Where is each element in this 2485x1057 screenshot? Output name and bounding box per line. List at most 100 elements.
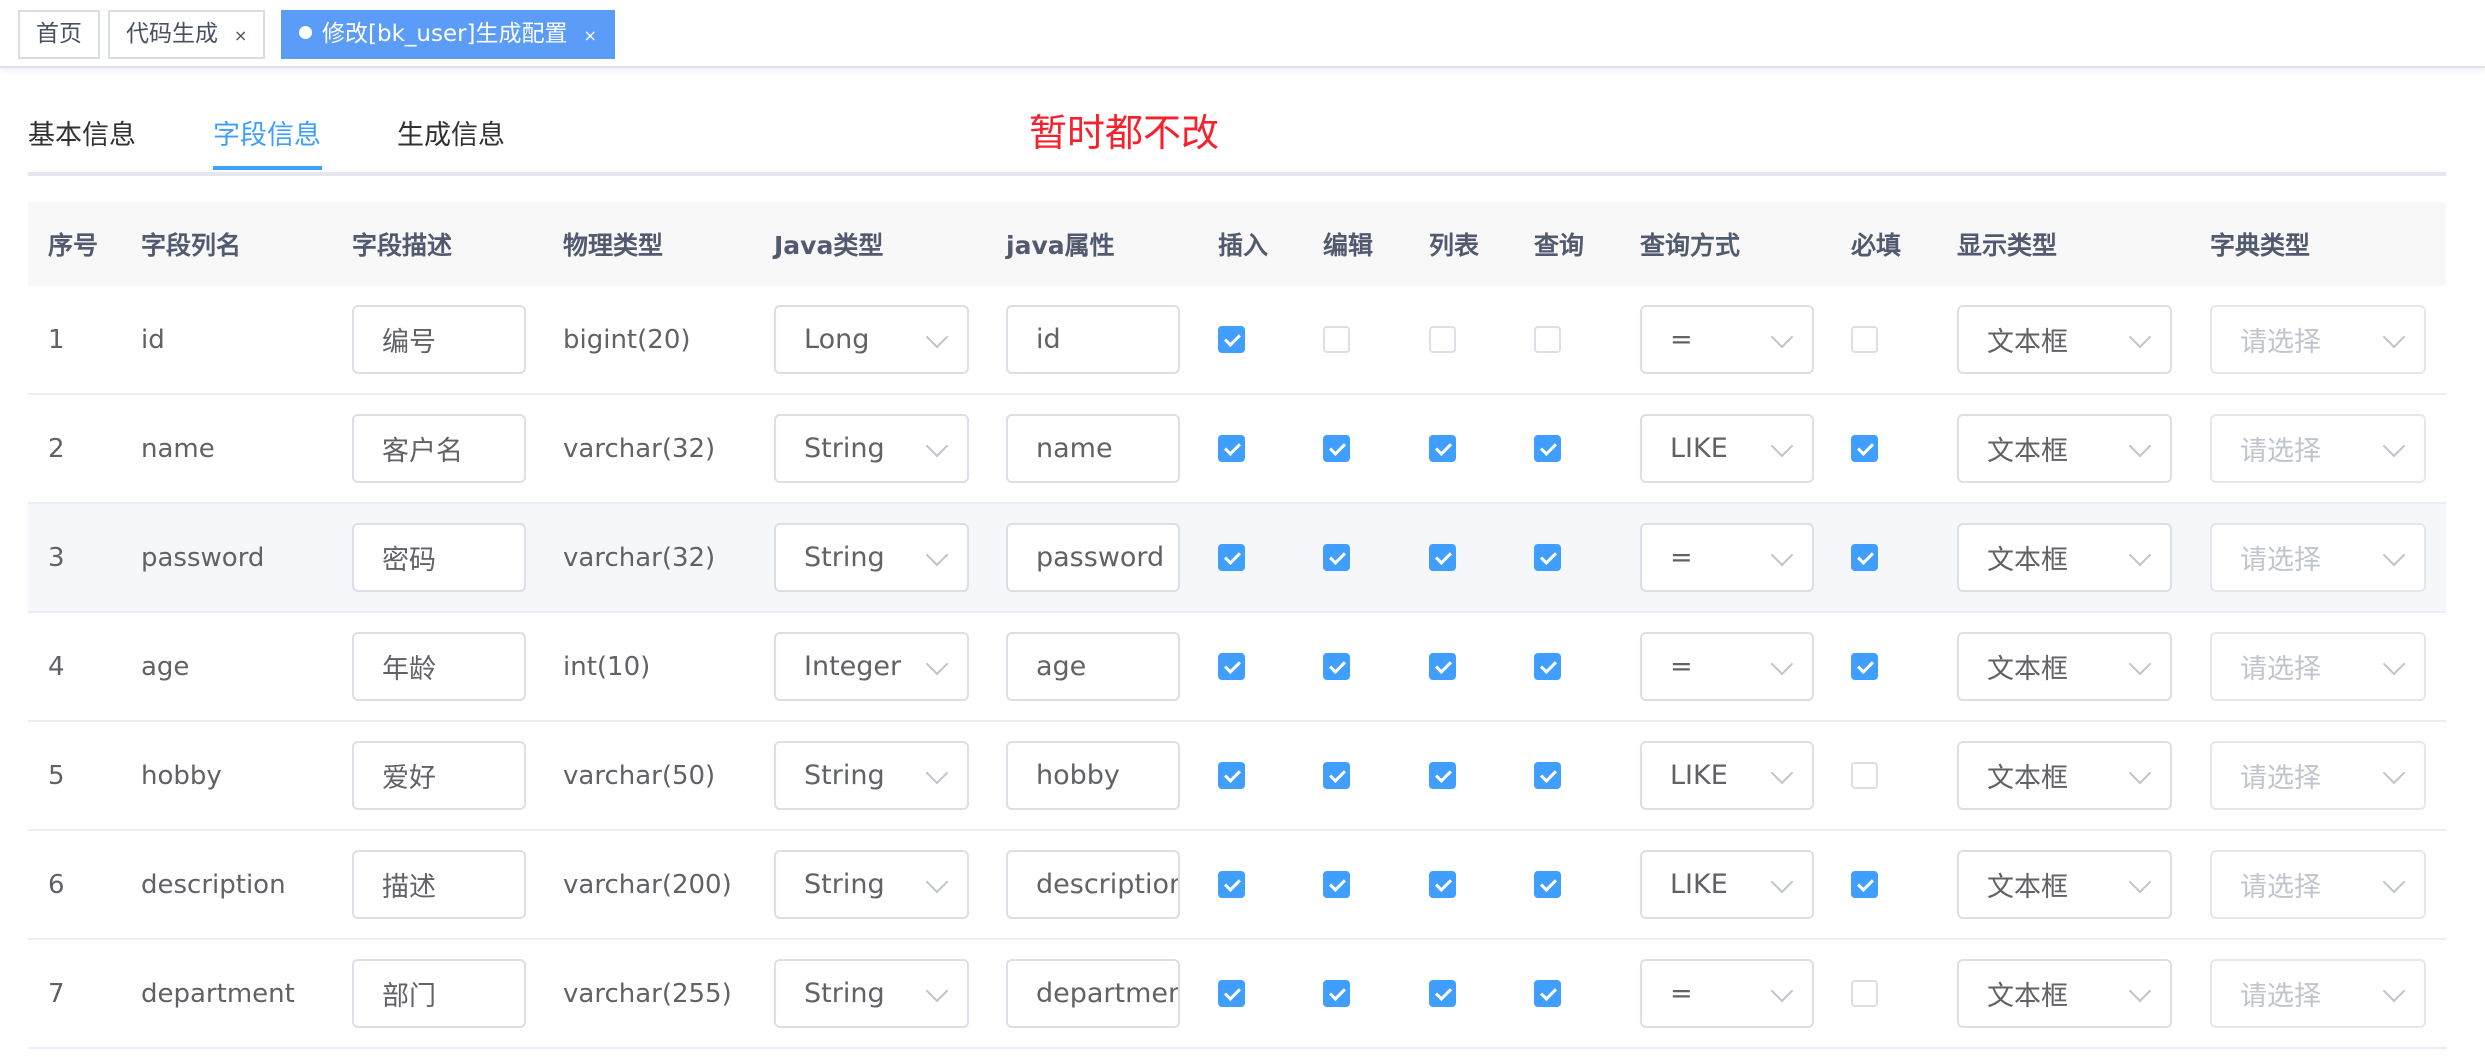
- display-type-select[interactable]: 文本框: [1957, 632, 2172, 701]
- query-checkbox[interactable]: [1534, 435, 1561, 462]
- java-type-select[interactable]: Long: [774, 305, 969, 374]
- query-checkbox[interactable]: [1534, 871, 1561, 898]
- description-input[interactable]: 客户名: [352, 414, 526, 483]
- table-row: 7 department 部门 varchar(255) String depa…: [28, 940, 2446, 1049]
- query-type-select[interactable]: LIKE: [1640, 741, 1814, 810]
- chevron-down-icon: [2382, 652, 2406, 675]
- insert-checkbox[interactable]: [1218, 980, 1245, 1007]
- java-field-input[interactable]: hobby: [1006, 741, 1180, 810]
- java-type-select[interactable]: String: [774, 523, 969, 592]
- insert-checkbox[interactable]: [1218, 871, 1245, 898]
- list-checkbox[interactable]: [1429, 980, 1456, 1007]
- java-field-input[interactable]: description: [1006, 850, 1180, 919]
- java-field-input[interactable]: department: [1006, 959, 1180, 1028]
- required-checkbox[interactable]: [1851, 762, 1878, 789]
- query-type-select[interactable]: =: [1640, 305, 1814, 374]
- dict-type-select[interactable]: 请选择: [2210, 523, 2426, 592]
- display-type-select[interactable]: 文本框: [1957, 523, 2172, 592]
- dict-type-select[interactable]: 请选择: [2210, 741, 2426, 810]
- required-checkbox[interactable]: [1851, 544, 1878, 571]
- display-type-select[interactable]: 文本框: [1957, 414, 2172, 483]
- required-checkbox[interactable]: [1851, 980, 1878, 1007]
- display-type-select[interactable]: 文本框: [1957, 850, 2172, 919]
- query-type-select[interactable]: =: [1640, 959, 1814, 1028]
- display-type-select[interactable]: 文本框: [1957, 305, 2172, 374]
- insert-checkbox[interactable]: [1218, 544, 1245, 571]
- edit-checkbox[interactable]: [1323, 980, 1350, 1007]
- description-input[interactable]: 密码: [352, 523, 526, 592]
- display-type-select[interactable]: 文本框: [1957, 741, 2172, 810]
- tag-code-gen[interactable]: 代码生成 ×: [108, 10, 266, 59]
- insert-checkbox[interactable]: [1218, 653, 1245, 680]
- required-checkbox[interactable]: [1851, 435, 1878, 462]
- query-type-select[interactable]: =: [1640, 632, 1814, 701]
- java-type-value: String: [804, 542, 885, 573]
- edit-checkbox[interactable]: [1323, 326, 1350, 353]
- insert-cell: [1218, 504, 1245, 611]
- row-display-type-cell: 文本框: [1957, 940, 2172, 1047]
- list-checkbox[interactable]: [1429, 544, 1456, 571]
- query-checkbox[interactable]: [1534, 544, 1561, 571]
- list-cell: [1429, 831, 1456, 938]
- tags-view: 首页 代码生成 × 修改[bk_user]生成配置 ×: [0, 0, 2485, 68]
- close-icon[interactable]: ×: [584, 26, 597, 45]
- list-checkbox[interactable]: [1429, 653, 1456, 680]
- required-checkbox[interactable]: [1851, 653, 1878, 680]
- edit-checkbox[interactable]: [1323, 435, 1350, 462]
- chevron-down-icon: [2382, 761, 2406, 784]
- close-icon[interactable]: ×: [234, 26, 247, 45]
- required-cell: [1851, 504, 1878, 611]
- dict-type-select[interactable]: 请选择: [2210, 850, 2426, 919]
- java-type-select[interactable]: Integer: [774, 632, 969, 701]
- java-field-input[interactable]: password: [1006, 523, 1180, 592]
- java-type-select[interactable]: String: [774, 850, 969, 919]
- edit-checkbox[interactable]: [1323, 653, 1350, 680]
- description-input[interactable]: 年龄: [352, 632, 526, 701]
- java-field-input[interactable]: name: [1006, 414, 1180, 483]
- java-field-input[interactable]: age: [1006, 632, 1180, 701]
- dict-type-select[interactable]: 请选择: [2210, 959, 2426, 1028]
- required-checkbox[interactable]: [1851, 326, 1878, 353]
- query-type-value: LIKE: [1670, 760, 1728, 791]
- query-checkbox[interactable]: [1534, 980, 1561, 1007]
- edit-checkbox[interactable]: [1323, 544, 1350, 571]
- java-field-input[interactable]: id: [1006, 305, 1180, 374]
- query-cell: [1534, 940, 1561, 1047]
- chevron-down-icon: [2128, 761, 2152, 784]
- dict-type-select[interactable]: 请选择: [2210, 414, 2426, 483]
- edit-checkbox[interactable]: [1323, 871, 1350, 898]
- list-cell: [1429, 504, 1456, 611]
- tag-home[interactable]: 首页: [18, 10, 100, 59]
- list-checkbox[interactable]: [1429, 435, 1456, 462]
- tab-field-info[interactable]: 字段信息: [213, 116, 321, 164]
- description-input[interactable]: 爱好: [352, 741, 526, 810]
- tab-basic-info[interactable]: 基本信息: [28, 116, 136, 164]
- list-checkbox[interactable]: [1429, 871, 1456, 898]
- query-type-select[interactable]: LIKE: [1640, 414, 1814, 483]
- display-type-select[interactable]: 文本框: [1957, 959, 2172, 1028]
- query-checkbox[interactable]: [1534, 653, 1561, 680]
- java-type-select[interactable]: String: [774, 741, 969, 810]
- description-input[interactable]: 描述: [352, 850, 526, 919]
- required-checkbox[interactable]: [1851, 871, 1878, 898]
- query-checkbox[interactable]: [1534, 326, 1561, 353]
- java-type-select[interactable]: String: [774, 959, 969, 1028]
- query-checkbox[interactable]: [1534, 762, 1561, 789]
- insert-checkbox[interactable]: [1218, 762, 1245, 789]
- row-column-name: age: [141, 651, 190, 682]
- insert-checkbox[interactable]: [1218, 326, 1245, 353]
- list-checkbox[interactable]: [1429, 762, 1456, 789]
- insert-checkbox[interactable]: [1218, 435, 1245, 462]
- query-type-select[interactable]: =: [1640, 523, 1814, 592]
- description-input[interactable]: 部门: [352, 959, 526, 1028]
- query-type-select[interactable]: LIKE: [1640, 850, 1814, 919]
- dict-type-select[interactable]: 请选择: [2210, 632, 2426, 701]
- dict-type-select[interactable]: 请选择: [2210, 305, 2426, 374]
- row-java-type-cell: String: [774, 831, 969, 938]
- list-checkbox[interactable]: [1429, 326, 1456, 353]
- tab-gen-info[interactable]: 生成信息: [397, 116, 505, 164]
- tag-edit-config[interactable]: 修改[bk_user]生成配置 ×: [281, 10, 615, 59]
- java-type-select[interactable]: String: [774, 414, 969, 483]
- edit-checkbox[interactable]: [1323, 762, 1350, 789]
- description-input[interactable]: 编号: [352, 305, 526, 374]
